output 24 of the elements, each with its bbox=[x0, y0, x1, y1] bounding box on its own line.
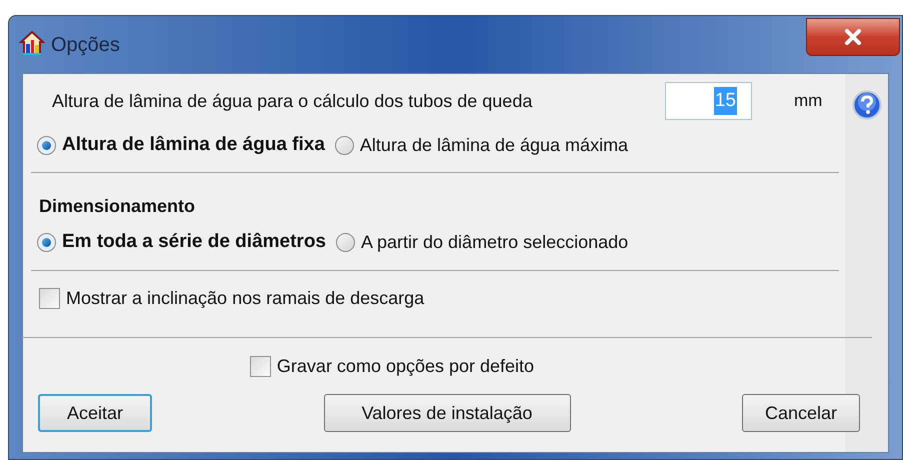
checkbox-label: Gravar como opções por defeito bbox=[276, 354, 534, 378]
radio-button[interactable] bbox=[37, 136, 56, 154]
field-value: 15 bbox=[714, 86, 737, 116]
checkbox[interactable] bbox=[39, 288, 60, 308]
dialog-button[interactable]: Valores de instalação bbox=[324, 394, 570, 432]
close-button[interactable] bbox=[806, 18, 900, 56]
radio-button[interactable] bbox=[37, 232, 56, 252]
option-label: A partir do diâmetro seleccionado bbox=[361, 230, 628, 254]
option-label: Em toda a série de diâmetros bbox=[62, 230, 326, 254]
dialog-button[interactable]: Aceitar bbox=[38, 394, 152, 432]
dialog-button[interactable]: Cancelar bbox=[742, 394, 860, 432]
house-icon bbox=[19, 30, 45, 56]
checkbox-label: Mostrar a inclinação nos ramais de descarga bbox=[66, 286, 424, 310]
option-label: Altura de lâmina de água máxima bbox=[360, 134, 628, 157]
radio-button[interactable] bbox=[334, 136, 354, 154]
checkbox[interactable] bbox=[250, 356, 271, 376]
section-heading: Dimensionamento bbox=[39, 195, 196, 218]
help-icon[interactable] bbox=[852, 90, 882, 120]
option-label: Altura de lâmina de água fixa bbox=[62, 132, 325, 157]
unit-label: mm bbox=[794, 90, 822, 112]
window-title: Opções bbox=[51, 33, 120, 58]
field-label: Altura de lâmina de água para o cálculo dos tubos de queda bbox=[52, 90, 534, 113]
radio-button[interactable] bbox=[336, 232, 355, 252]
close-icon bbox=[844, 29, 862, 45]
